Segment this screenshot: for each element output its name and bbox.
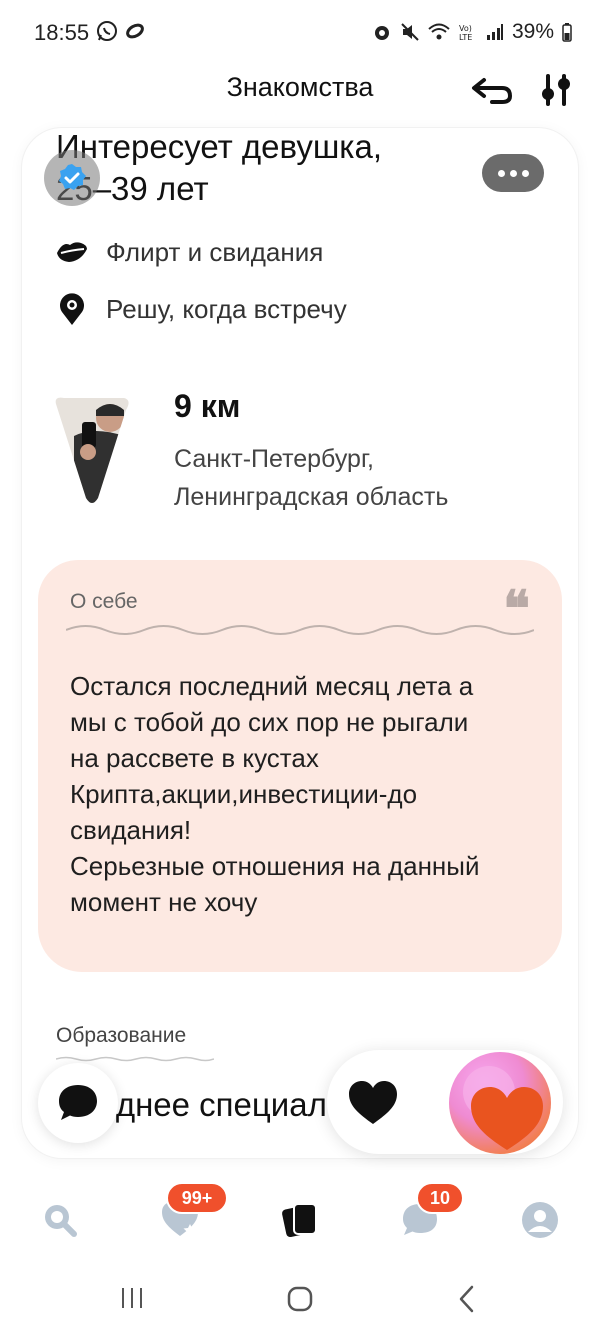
verified-check-icon	[59, 164, 86, 190]
lips-icon	[54, 234, 90, 270]
verified-badge[interactable]	[44, 150, 100, 206]
dot-icon	[521, 169, 529, 177]
distance-text: 9 км	[174, 388, 241, 424]
signal-icon	[486, 24, 503, 40]
preference-goal: Флирт и свидания	[54, 234, 323, 270]
back-icon[interactable]	[455, 1284, 479, 1314]
education-divider	[56, 1056, 214, 1062]
about-text: Остался последний месяц лета а мы с тобо…	[70, 671, 480, 917]
interest-text: Интересует девушка, 25–39 лет	[56, 128, 382, 210]
undo-icon[interactable]	[470, 72, 514, 108]
profile-card[interactable]: Интересует девушка, 25–39 лет Флирт и св…	[22, 128, 578, 1158]
system-navigation	[0, 1270, 600, 1332]
recents-icon[interactable]	[118, 1284, 146, 1312]
city-text: Санкт-Петербург, Ленинградская область	[174, 440, 448, 516]
message-button[interactable]	[38, 1063, 118, 1143]
location-avatar	[55, 397, 129, 504]
preference-meeting-label: Решу, когда встречу	[106, 293, 347, 324]
super-like-button[interactable]	[449, 1052, 551, 1154]
orange-heart-icon	[463, 1066, 543, 1150]
like-actions	[327, 1050, 563, 1154]
status-right: Vo) LTE 39%	[372, 20, 572, 44]
about-title: О себе	[70, 590, 138, 613]
interest-line-2: 25–39 лет	[56, 170, 209, 207]
battery-percent: 39%	[511, 20, 554, 43]
app-header: Знакомства	[0, 64, 600, 112]
whatsapp-icon	[97, 21, 117, 41]
location-block: 9 км Санкт-Петербург, Ленинградская обла…	[54, 388, 554, 518]
messages-badge: 10	[416, 1182, 464, 1214]
chat-bubble-icon	[59, 1085, 97, 1120]
volte-icon: Vo)LTE	[459, 24, 472, 42]
profile-icon[interactable]	[520, 1200, 560, 1240]
preference-goal-label: Флирт и свидания	[106, 236, 324, 267]
link-icon	[126, 23, 144, 39]
filter-icon[interactable]	[536, 70, 576, 110]
home-icon[interactable]	[285, 1284, 315, 1314]
svg-text:LTE: LTE	[459, 33, 472, 42]
about-section: О себе ❝ Остался последний месяц лета а …	[38, 560, 562, 972]
wavy-divider	[66, 625, 534, 635]
wifi-icon	[428, 23, 450, 40]
cards-icon[interactable]	[280, 1200, 320, 1240]
education-label: Образование	[56, 1024, 187, 1047]
like-heart-icon[interactable]	[347, 1080, 399, 1126]
dot-icon	[497, 169, 505, 177]
more-options-button[interactable]	[482, 154, 544, 192]
city-line-1: Санкт-Петербург,	[174, 445, 374, 473]
bottom-navigation: 99+ 10	[0, 1180, 600, 1260]
eye-pin-icon	[54, 291, 90, 327]
status-left-icons	[96, 20, 146, 42]
interest-line-1: Интересует девушка,	[56, 128, 382, 165]
likes-badge: 99+	[166, 1182, 228, 1214]
mute-icon	[401, 23, 419, 41]
search-icon[interactable]	[40, 1200, 80, 1240]
dot-icon	[509, 169, 517, 177]
alarm-icon	[374, 26, 389, 40]
city-line-2: Ленинградская область	[174, 483, 449, 511]
status-time: 18:55	[34, 20, 90, 45]
status-bar: 18:55 Vo) LTE 39%	[0, 0, 600, 64]
battery-icon	[562, 23, 572, 42]
preference-meeting: Решу, когда встречу	[54, 291, 347, 327]
svg-text:Vo): Vo)	[459, 24, 472, 33]
